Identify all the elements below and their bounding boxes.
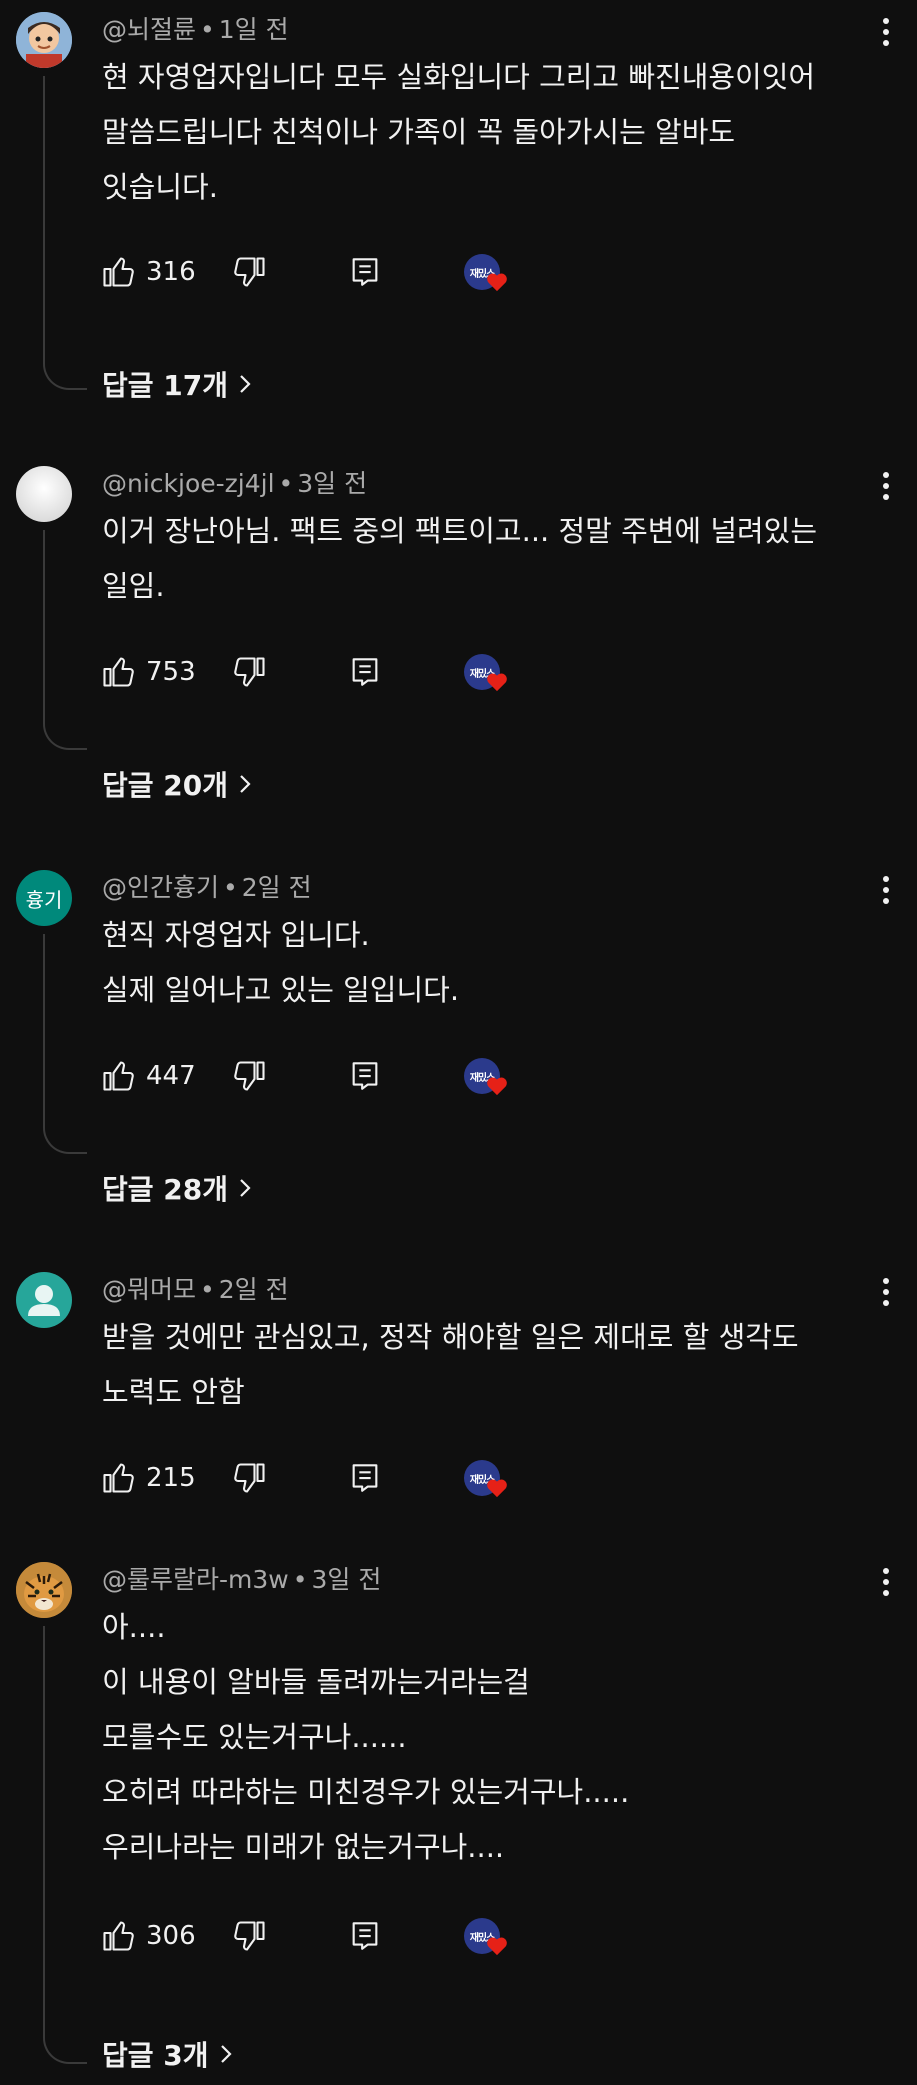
thread-line <box>43 530 87 750</box>
thread-line <box>43 934 87 1154</box>
comment-meta: @nickjoe-zj4jl • 3일 전 <box>102 469 368 498</box>
replies-count: 답글 20개 <box>102 769 228 802</box>
thread-line <box>43 1626 87 2064</box>
reply-icon <box>352 258 378 286</box>
author-name[interactable]: @인간흉기 <box>102 873 219 902</box>
cartoon-avatar-icon <box>16 12 72 68</box>
comment-meta: @뇌절륜 • 1일 전 <box>102 15 289 44</box>
avatar[interactable] <box>16 1562 72 1618</box>
thumbs-up-icon <box>103 1921 134 1951</box>
tiger-avatar-icon <box>16 1562 72 1618</box>
reply-icon <box>352 658 378 686</box>
like-count: 447 <box>146 1061 196 1091</box>
dislike-button[interactable] <box>232 1456 268 1500</box>
like-count: 215 <box>146 1463 196 1493</box>
replies-count: 답글 28개 <box>102 1173 228 1206</box>
reply-button[interactable] <box>348 1914 382 1958</box>
like-count: 316 <box>146 257 196 287</box>
comment-text: 받을 것에만 관심있고, 정작 해야할 일은 제대로 할 생각도 노력도 안함 <box>102 1320 799 1409</box>
comment-meta: @뭐머모 • 2일 전 <box>102 1275 289 1304</box>
dislike-button[interactable] <box>232 250 268 294</box>
comment-text: 아.... 이 내용이 알바들 돌려까는거라는걸 모를수도 있는거구나.....… <box>102 1610 630 1864</box>
replies-button[interactable]: 답글 17개 <box>102 364 252 404</box>
chevron-right-icon <box>240 1179 251 1197</box>
chevron-right-icon <box>240 775 251 793</box>
heart-icon <box>487 1077 507 1096</box>
like-button[interactable]: 316 <box>100 250 196 294</box>
like-count: 753 <box>146 657 196 687</box>
comment-text: 현 자영업자입니다 모두 실화입니다 그리고 빠진내용이잇어 말씀드립니다 친척… <box>102 60 816 204</box>
dislike-button[interactable] <box>232 1054 268 1098</box>
chevron-right-icon <box>240 375 251 393</box>
dislike-button[interactable] <box>232 1914 268 1958</box>
replies-button[interactable]: 답글 20개 <box>102 764 252 804</box>
heart-icon <box>487 1479 507 1498</box>
author-name[interactable]: @뇌절륜 <box>102 15 196 44</box>
timestamp[interactable]: 3일 전 <box>311 1565 381 1594</box>
comment-text: 현직 자영업자 입니다. 실제 일어나고 있는 일입니다. <box>102 918 460 1007</box>
author-name[interactable]: @뭐머모 <box>102 1275 196 1304</box>
like-button[interactable]: 215 <box>100 1456 196 1500</box>
thumbs-down-icon <box>234 1061 265 1091</box>
timestamp[interactable]: 1일 전 <box>219 15 289 44</box>
chevron-right-icon <box>220 2045 232 2063</box>
author-name[interactable]: @룰루랄라-m3w <box>102 1565 289 1594</box>
more-vertical-icon[interactable] <box>871 12 901 52</box>
timestamp[interactable]: 2일 전 <box>219 1275 289 1304</box>
reply-button[interactable] <box>348 250 382 294</box>
thread-line <box>43 76 87 390</box>
avatar-initials: 흉기 <box>25 887 63 912</box>
comment-meta: @인간흉기 • 2일 전 <box>102 873 312 902</box>
thumbs-down-icon <box>234 257 265 287</box>
replies-count: 답글 17개 <box>102 369 228 402</box>
like-button[interactable]: 447 <box>100 1054 196 1098</box>
author-name[interactable]: @nickjoe-zj4jl <box>102 469 275 498</box>
reply-icon <box>352 1922 378 1950</box>
thumbs-up-icon <box>103 1463 134 1493</box>
more-vertical-icon[interactable] <box>871 1562 901 1602</box>
thumbs-up-icon <box>103 657 134 687</box>
more-vertical-icon[interactable] <box>871 870 901 910</box>
thumbs-up-icon <box>103 1061 134 1091</box>
comment-text: 이거 장난아님. 팩트 중의 팩트이고... 정말 주변에 널려있는 일임. <box>102 514 818 603</box>
reply-icon <box>352 1062 378 1090</box>
reply-button[interactable] <box>348 650 382 694</box>
more-vertical-icon[interactable] <box>871 466 901 506</box>
thumbs-down-icon <box>234 657 265 687</box>
like-button[interactable]: 306 <box>100 1914 196 1958</box>
reply-button[interactable] <box>348 1054 382 1098</box>
like-count: 306 <box>146 1921 196 1951</box>
avatar[interactable] <box>16 1272 72 1328</box>
heart-icon <box>487 273 507 292</box>
avatar[interactable] <box>16 12 72 68</box>
thumbs-down-icon <box>234 1921 265 1951</box>
dislike-button[interactable] <box>232 650 268 694</box>
person-icon <box>28 1285 60 1316</box>
comment-meta: @룰루랄라-m3w • 3일 전 <box>102 1565 382 1594</box>
thumbs-up-icon <box>103 257 134 287</box>
heart-icon <box>487 673 507 692</box>
reply-button[interactable] <box>348 1456 382 1500</box>
timestamp[interactable]: 2일 전 <box>242 873 312 902</box>
replies-count: 답글 3개 <box>102 2039 209 2072</box>
more-vertical-icon[interactable] <box>871 1272 901 1312</box>
like-button[interactable]: 753 <box>100 650 196 694</box>
avatar[interactable] <box>16 466 72 522</box>
replies-button[interactable]: 답글 3개 <box>102 2034 233 2074</box>
thumbs-down-icon <box>234 1463 265 1493</box>
heart-icon <box>487 1937 507 1956</box>
timestamp[interactable]: 3일 전 <box>297 469 367 498</box>
reply-icon <box>352 1464 378 1492</box>
avatar[interactable]: 흉기 <box>16 870 72 926</box>
replies-button[interactable]: 답글 28개 <box>102 1168 252 1208</box>
